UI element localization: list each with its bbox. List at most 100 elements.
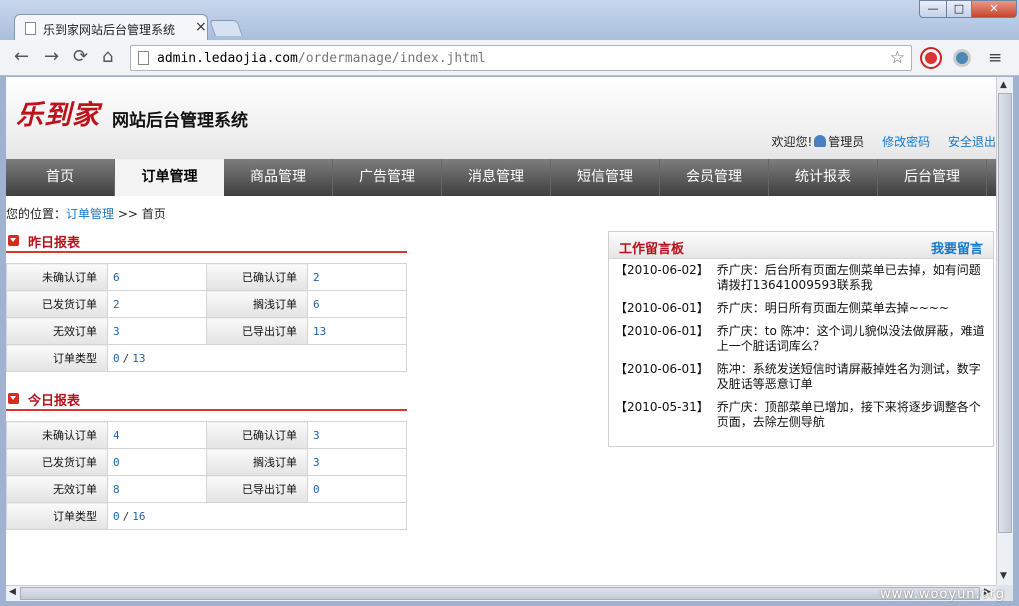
address-bar[interactable]: admin.ledaojia.com/ordermanage/index.jht…: [130, 45, 912, 71]
home-button[interactable]: ⌂: [102, 47, 113, 67]
close-tab-icon[interactable]: ×: [195, 19, 207, 35]
value-link[interactable]: 0: [107, 448, 207, 476]
order-type-value: 0/13: [107, 344, 407, 372]
slash: /: [122, 351, 130, 365]
list-item: 【2010-06-01】 陈冲：系统发送短信时请屏蔽掉姓名为测试，数字及脏话等恶…: [615, 362, 985, 392]
scroll-left-icon[interactable]: ◀: [9, 587, 16, 597]
nav-item-home[interactable]: 首页: [6, 159, 115, 196]
value-link[interactable]: 13: [132, 352, 145, 365]
scroll-thumb[interactable]: [998, 93, 1012, 533]
user-icon: [814, 135, 827, 147]
extension-blue-icon[interactable]: [953, 49, 971, 67]
nav-item-admin[interactable]: 后台管理: [878, 159, 987, 196]
today-report-title: 今日报表: [6, 389, 407, 411]
vertical-scrollbar[interactable]: ▲ ▼: [996, 77, 1013, 585]
forward-button[interactable]: →: [44, 47, 59, 67]
value-link[interactable]: 13: [307, 317, 407, 345]
table-row: 未确认订单 4 已确认订单 3: [6, 421, 407, 449]
order-type-value: 0/16: [107, 502, 407, 530]
nav-item-ads[interactable]: 广告管理: [333, 159, 442, 196]
label-cell: 已发货订单: [6, 290, 108, 318]
table-row: 订单类型 0/13: [6, 344, 407, 372]
bookmark-star-icon[interactable]: ☆: [890, 48, 905, 68]
message-text: 乔广庆：后台所有页面左侧菜单已去掉，如有问题请拨打13641009593联系我: [716, 263, 981, 292]
yesterday-report-table: 未确认订单 6 已确认订单 2 已发货订单 2 搁浅订单 6 无效订单 3 已导…: [6, 263, 407, 372]
value-link[interactable]: 2: [307, 263, 407, 291]
table-row: 订单类型 0/16: [6, 502, 407, 530]
table-row: 无效订单 3 已导出订单 13: [6, 317, 407, 345]
nav-item-sms[interactable]: 短信管理: [551, 159, 660, 196]
scroll-down-icon[interactable]: ▼: [1000, 571, 1007, 581]
value-link[interactable]: 0: [113, 352, 120, 365]
value-link[interactable]: 3: [107, 317, 207, 345]
message-board-header: 工作留言板 我要留言: [609, 232, 993, 259]
value-link[interactable]: 0: [113, 510, 120, 523]
nav-item-messages[interactable]: 消息管理: [442, 159, 551, 196]
maximize-button[interactable]: □: [946, 0, 972, 18]
close-window-button[interactable]: ✕: [971, 0, 1017, 18]
value-link[interactable]: 6: [307, 290, 407, 318]
label-cell: 已确认订单: [206, 263, 308, 291]
scroll-thumb[interactable]: [20, 587, 980, 600]
extension-red-icon[interactable]: [922, 49, 940, 67]
message-date: 【2010-05-31】: [615, 400, 709, 414]
label-cell: 已确认订单: [206, 421, 308, 449]
value-link[interactable]: 3: [307, 421, 407, 449]
table-row: 无效订单 8 已导出订单 0: [6, 475, 407, 503]
value-link[interactable]: 6: [107, 263, 207, 291]
message-text: 乔广庆：顶部菜单已增加，接下来将逐步调整各个页面，去除左侧导航: [716, 400, 981, 429]
leave-message-link[interactable]: 我要留言: [931, 238, 983, 257]
horizontal-scrollbar[interactable]: ◀ ▶: [6, 585, 996, 601]
message-text: 乔广庆：to 陈冲：这个词儿貌似没法做屏蔽，难道上一个脏话词库么？: [716, 324, 985, 353]
label-cell: 无效订单: [6, 317, 108, 345]
new-tab-button[interactable]: [209, 20, 243, 36]
page-viewport: 乐到家 网站后台管理系统 欢迎您! 管理员 修改密码 安全退出 首页 订单管理 商…: [6, 77, 996, 585]
value-link[interactable]: 0: [307, 475, 407, 503]
value-link[interactable]: 3: [307, 448, 407, 476]
browser-toolbar: ← → ⟳ ⌂ admin.ledaojia.com/ordermanage/i…: [0, 40, 1019, 76]
value-link[interactable]: 4: [107, 421, 207, 449]
tab-title: 乐到家网站后台管理系统: [43, 23, 176, 37]
label-cell: 搁浅订单: [206, 290, 308, 318]
label-cell: 已导出订单: [206, 317, 308, 345]
watermark: www.wooyun.org: [880, 587, 1006, 602]
page-icon: [25, 22, 36, 35]
menu-icon[interactable]: ≡: [988, 48, 1002, 68]
logout-link[interactable]: 安全退出: [948, 135, 996, 149]
message-date: 【2010-06-01】: [615, 324, 709, 338]
label-cell: 无效订单: [6, 475, 108, 503]
label-cell: 已发货订单: [6, 448, 108, 476]
reload-button[interactable]: ⟳: [73, 47, 88, 67]
breadcrumb-link[interactable]: 订单管理: [66, 207, 114, 221]
nav-item-stats[interactable]: 统计报表: [769, 159, 878, 196]
message-text: 陈冲：系统发送短信时请屏蔽掉姓名为测试，数字及脏话等恶意订单: [716, 362, 981, 391]
message-date: 【2010-06-01】: [615, 362, 709, 376]
table-row: 已发货订单 2 搁浅订单 6: [6, 290, 407, 318]
list-item: 【2010-06-01】 乔广庆：to 陈冲：这个词儿貌似没法做屏蔽，难道上一个…: [615, 324, 985, 354]
label-cell: 订单类型: [6, 502, 108, 530]
value-link[interactable]: 8: [107, 475, 207, 503]
yesterday-report-title: 昨日报表: [6, 231, 407, 253]
value-link[interactable]: 16: [132, 510, 145, 523]
list-item: 【2010-05-31】 乔广庆：顶部菜单已增加，接下来将逐步调整各个页面，去除…: [615, 400, 985, 430]
page-icon: [138, 51, 149, 65]
nav-item-members[interactable]: 会员管理: [660, 159, 769, 196]
welcome-text: 欢迎您!: [771, 135, 813, 149]
nav-item-orders[interactable]: 订单管理: [115, 159, 224, 196]
message-date: 【2010-06-01】: [615, 301, 709, 315]
site-logo[interactable]: 乐到家: [16, 93, 100, 132]
minimize-button[interactable]: —: [919, 0, 947, 18]
nav-item-products[interactable]: 商品管理: [224, 159, 333, 196]
breadcrumb-current: 首页: [141, 207, 166, 221]
user-bar: 欢迎您! 管理员 修改密码 安全退出: [771, 133, 996, 150]
message-text: 乔广庆：明日所有页面左侧菜单去掉~~~~: [716, 301, 949, 315]
change-password-link[interactable]: 修改密码: [882, 135, 930, 149]
message-date: 【2010-06-02】: [615, 263, 709, 277]
browser-tab[interactable]: 乐到家网站后台管理系统 ×: [14, 14, 208, 42]
value-link[interactable]: 2: [107, 290, 207, 318]
label-cell: 已导出订单: [206, 475, 308, 503]
scroll-up-icon[interactable]: ▲: [1000, 80, 1007, 90]
back-button[interactable]: ←: [14, 47, 29, 67]
message-list: 【2010-06-02】 乔广庆：后台所有页面左侧菜单已去掉，如有问题请拨打13…: [609, 259, 993, 430]
list-item: 【2010-06-01】 乔广庆：明日所有页面左侧菜单去掉~~~~: [615, 301, 985, 316]
